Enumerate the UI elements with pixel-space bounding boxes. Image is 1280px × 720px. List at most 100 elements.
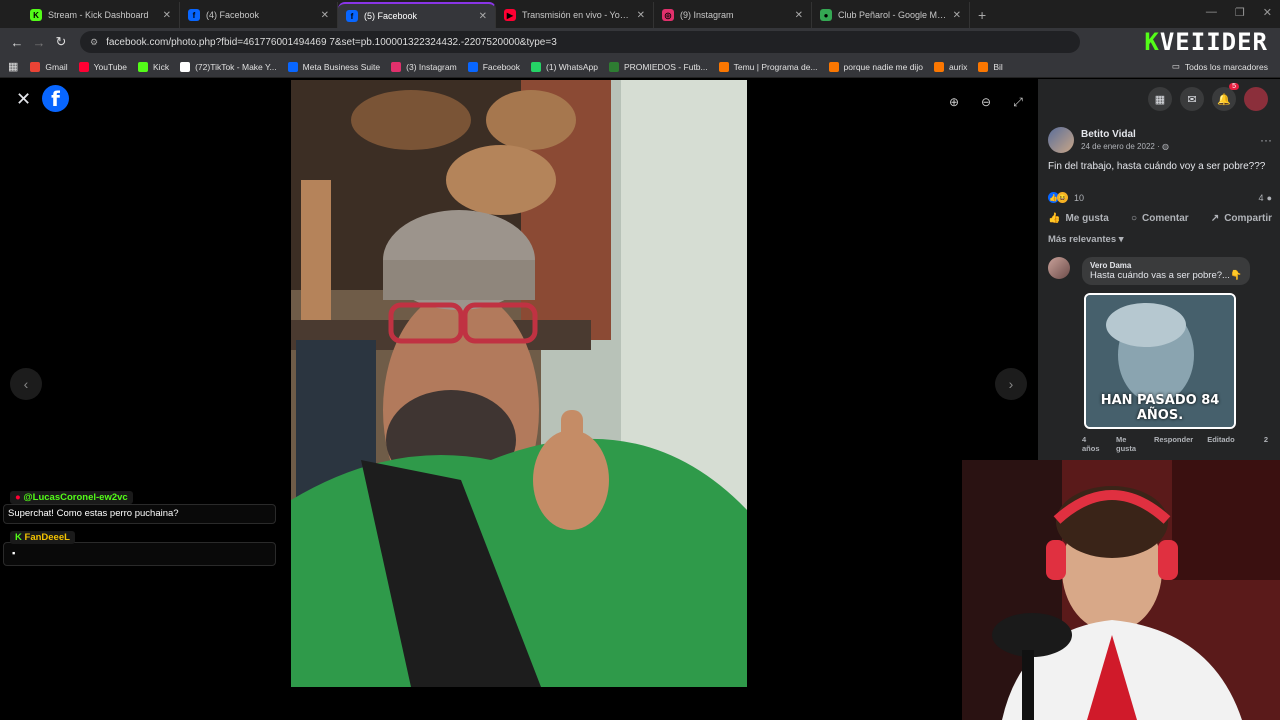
photo-illustration: [291, 80, 747, 687]
brand-name: VEIIDER: [1159, 28, 1268, 56]
bookmark-item[interactable]: Meta Business Suite: [287, 61, 381, 72]
bookmark-label: porque nadie me dijo: [843, 61, 923, 72]
close-tab-icon[interactable]: ✕: [637, 10, 645, 21]
sort-label: Más relevantes: [1048, 234, 1117, 245]
apps-icon[interactable]: ▦: [8, 60, 18, 73]
close-tab-icon[interactable]: ✕: [163, 10, 171, 21]
restore-icon[interactable]: ❐: [1235, 6, 1245, 19]
menu-grid-icon[interactable]: ▦: [1148, 87, 1172, 111]
chat-username[interactable]: K FanDeeeL: [10, 531, 75, 544]
comment-meme-image[interactable]: HAN PASADO 84 AÑOS.: [1084, 293, 1236, 429]
reload-icon[interactable]: ↻: [50, 31, 72, 53]
all-bookmarks-folder[interactable]: ▭ Todos los marcadores: [1172, 61, 1268, 72]
previous-photo-button[interactable]: ‹: [10, 368, 42, 400]
zoom-out-icon[interactable]: ⊖: [976, 92, 996, 112]
bookmark-item[interactable]: porque nadie me dijo: [828, 61, 923, 72]
minimize-icon[interactable]: —: [1206, 6, 1217, 19]
notifications-icon[interactable]: 🔔 5: [1212, 83, 1239, 111]
share-button[interactable]: ↗ Compartir: [1211, 213, 1272, 224]
tab-favicon-icon: f: [188, 9, 200, 21]
post-photo: [291, 80, 747, 687]
close-tab-icon[interactable]: ✕: [795, 10, 803, 21]
bookmark-label: (3) Instagram: [406, 61, 457, 72]
caret-down-icon: ▾: [1118, 234, 1124, 245]
tab-favicon-icon: f: [346, 10, 358, 22]
new-tab-button[interactable]: +: [978, 2, 986, 28]
bookmark-item[interactable]: (3) Instagram: [391, 61, 457, 72]
bookmark-item[interactable]: Gmail: [30, 61, 68, 72]
forward-icon[interactable]: →: [28, 31, 50, 53]
commenter-avatar[interactable]: [1048, 257, 1070, 279]
browser-tab[interactable]: f (5) Facebook ✕: [338, 2, 496, 28]
badge-icon: ●: [15, 492, 21, 503]
comment-bubble: Vero Dama Hasta cuándo vas a ser pobre?.…: [1082, 257, 1250, 285]
comment-count[interactable]: 4: [1259, 193, 1264, 203]
bookmark-item[interactable]: Temu | Programa de...: [718, 61, 818, 72]
tab-favicon-icon: K: [30, 9, 42, 21]
share-label: Compartir: [1224, 213, 1272, 224]
bookmark-item[interactable]: Bil: [978, 61, 1003, 72]
comment-age[interactable]: 4 años: [1082, 435, 1102, 453]
reactions-row[interactable]: 👍 😆 10 4 ●: [1048, 192, 1272, 203]
top-icons: ▦ ✉ 🔔 5: [1148, 83, 1268, 111]
bookmark-favicon-icon: [391, 61, 402, 72]
comment-like-button[interactable]: Me gusta: [1116, 435, 1140, 453]
browser-tab[interactable]: ▶ Transmisión en vivo - YouTube ✕: [496, 2, 654, 28]
bookmark-item[interactable]: Kick: [138, 61, 169, 72]
thumbs-up-icon: 👍: [1048, 213, 1061, 224]
bookmark-favicon-icon: [609, 61, 619, 72]
zoom-in-icon[interactable]: ⊕: [944, 92, 964, 112]
comment-icon: ○: [1130, 213, 1137, 224]
author-avatar[interactable]: [1048, 127, 1074, 153]
close-tab-icon[interactable]: ✕: [321, 10, 329, 21]
tab-title: Stream - Kick Dashboard: [48, 10, 149, 20]
like-button[interactable]: 👍 Me gusta: [1048, 213, 1109, 224]
bookmark-item[interactable]: PROMIEDOS - Futb...: [609, 61, 708, 72]
post-date[interactable]: 24 de enero de 2022 · ◍: [1081, 142, 1260, 151]
close-tab-icon[interactable]: ✕: [953, 10, 961, 21]
bookmark-favicon-icon: [933, 61, 944, 72]
facebook-logo-icon[interactable]: f: [42, 85, 69, 112]
address-bar[interactable]: ⚙ facebook.com/photo.php?fbid=4617760014…: [80, 31, 1080, 53]
chat-message: Superchat! Como estas perro puchaina?: [3, 504, 276, 524]
comment-meta: 4 años Me gusta Responder Editado 2: [1082, 435, 1268, 453]
messenger-icon[interactable]: ✉: [1180, 87, 1204, 111]
comment-button[interactable]: ○ Comentar: [1131, 213, 1189, 224]
close-viewer-icon[interactable]: ✕: [16, 89, 31, 110]
browser-tab[interactable]: K Stream - Kick Dashboard ✕: [22, 2, 180, 28]
bookmark-item[interactable]: (72)TikTok - Make Y...: [180, 61, 277, 72]
bookmark-item[interactable]: YouTube: [78, 61, 127, 72]
tab-favicon-icon: ▶: [504, 9, 516, 21]
browser-tab[interactable]: ● Club Peñarol - Google Maps ✕: [812, 2, 970, 28]
back-icon[interactable]: ←: [6, 31, 28, 53]
post-author[interactable]: Betito Vidal: [1081, 129, 1260, 140]
comment-text: Hasta cuándo vas a ser pobre?...👇: [1090, 270, 1242, 281]
browser-tab[interactable]: ◎ (9) Instagram ✕: [654, 2, 812, 28]
comment-edited-label: Editado: [1207, 435, 1235, 444]
chat-username[interactable]: ● @LucasCoronel-ew2vc: [10, 491, 133, 504]
chat-message: ▪: [3, 542, 276, 566]
browser-tab[interactable]: f (4) Facebook ✕: [180, 2, 338, 28]
like-label: Me gusta: [1065, 213, 1109, 224]
close-window-icon[interactable]: ✕: [1263, 6, 1272, 19]
site-info-icon[interactable]: ⚙: [90, 37, 98, 48]
comment-author[interactable]: Vero Dama: [1090, 261, 1242, 270]
chat-emote-icon: ▪: [12, 548, 16, 559]
bookmark-item[interactable]: aurix: [933, 61, 967, 72]
close-tab-icon[interactable]: ✕: [479, 11, 487, 22]
next-photo-button[interactable]: ›: [995, 368, 1027, 400]
comment-sort-dropdown[interactable]: Más relevantes ▾: [1048, 234, 1272, 245]
tab-title: Club Peñarol - Google Maps: [838, 10, 949, 20]
comment: Vero Dama Hasta cuándo vas a ser pobre?.…: [1048, 257, 1272, 453]
profile-avatar[interactable]: [1244, 87, 1268, 111]
tab-favicon-icon: ●: [820, 9, 832, 21]
bookmark-item[interactable]: (1) WhatsApp: [531, 61, 598, 72]
comment-reply-button[interactable]: Responder: [1154, 435, 1193, 453]
post-options-icon[interactable]: ···: [1260, 133, 1272, 147]
bookmark-item[interactable]: Facebook: [467, 61, 520, 72]
bookmark-label: Meta Business Suite: [302, 61, 381, 72]
bookmark-label: Bil: [993, 61, 1003, 72]
fullscreen-icon[interactable]: ⤢: [1008, 92, 1028, 112]
tab-title: (9) Instagram: [680, 10, 734, 20]
badge-icon: K: [15, 532, 22, 543]
